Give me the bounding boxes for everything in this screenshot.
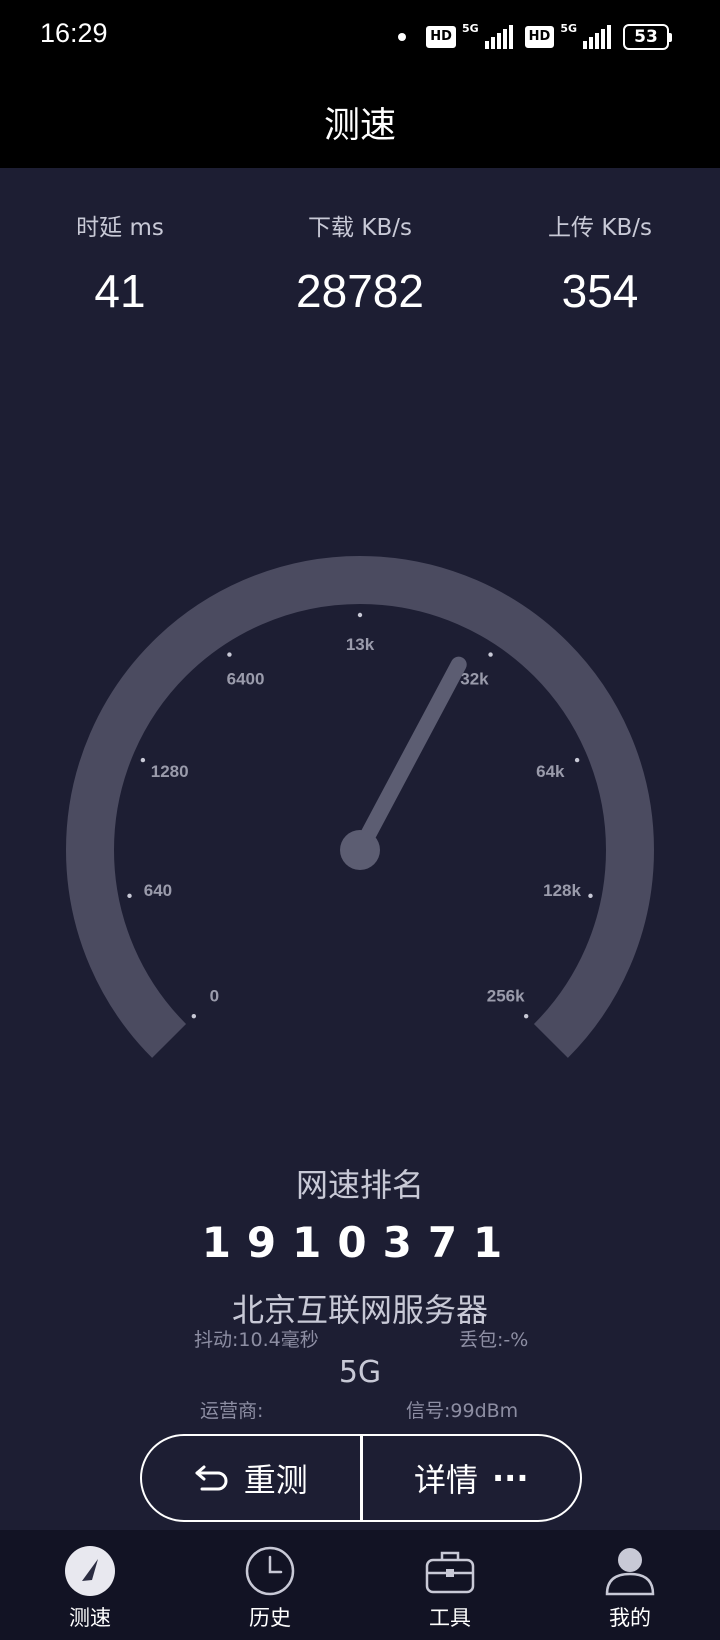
title-bar: 测速 — [0, 72, 720, 168]
latency-label: 时延 ms — [76, 215, 164, 241]
gauge-tick — [574, 757, 580, 763]
gauge-tick — [227, 652, 232, 657]
rank-value: 1910371 — [201, 1218, 519, 1267]
upload-label: 上传 KB/s — [548, 215, 652, 241]
gauge-tick — [140, 757, 146, 763]
more-icon: ··· — [492, 1459, 529, 1497]
latency-metric: 时延 ms 41 — [0, 208, 240, 318]
download-metric: 下载 KB/s 28782 — [240, 208, 480, 318]
upload-value: 354 — [561, 265, 639, 317]
server-name: 北京互联网服务器 — [231, 1291, 488, 1329]
battery-level: 53 — [623, 24, 669, 50]
gauge-tick — [588, 893, 593, 899]
details-label: 详情 — [414, 1461, 479, 1499]
network-type-label: 5G — [560, 21, 577, 35]
page-title: 测速 — [323, 105, 396, 146]
tab-profile[interactable]: 我的 — [540, 1530, 720, 1640]
signal-value: 信号:99dBm — [406, 1400, 519, 1422]
gauge-tick-label: 64k — [536, 762, 565, 781]
gauge-tick — [357, 612, 363, 618]
tab-speedtest[interactable]: 测速 — [0, 1530, 180, 1640]
gauge-tick — [127, 893, 132, 899]
tab-label: 工具 — [429, 1606, 471, 1630]
network-type-label: 5G — [461, 21, 479, 35]
status-bar: 16:29 HD 5G HD 5G 53 — [0, 0, 720, 72]
tab-history[interactable]: 历史 — [180, 1530, 360, 1640]
network-type: 5G — [338, 1355, 382, 1390]
status-time: 16:29 — [40, 18, 108, 48]
gauge-tick-label: 13k — [346, 635, 375, 654]
upload-metric: 上传 KB/s 354 — [480, 208, 720, 318]
details-button[interactable]: 详情 ··· — [363, 1436, 581, 1520]
gauge-tick — [488, 652, 493, 657]
status-icons: HD 5G HD 5G 53 — [398, 20, 672, 54]
download-label: 下载 KB/s — [308, 215, 412, 241]
action-buttons: 重测 详情 ··· — [140, 1434, 582, 1522]
hd-icon: HD — [524, 26, 555, 48]
retest-label: 重测 — [243, 1461, 308, 1499]
notification-dot-icon — [398, 33, 407, 41]
signal-strength-icon — [484, 25, 513, 49]
carrier-label: 运营商: — [200, 1400, 264, 1422]
user-icon — [605, 1548, 655, 1596]
latency-value: 41 — [94, 265, 146, 317]
speed-gauge: 0 640 1280 6400 13k 32k 64k 128k 256k — [66, 556, 654, 1058]
gauge-tick-label: 640 — [144, 881, 172, 900]
tab-tools[interactable]: 工具 — [360, 1530, 540, 1640]
download-value: 28782 — [296, 265, 424, 317]
clock-icon — [245, 1546, 295, 1596]
gauge-ticks: 0 640 1280 6400 13k 32k 64k 128k 256k — [127, 612, 593, 1019]
gauge-needle — [340, 656, 467, 870]
rank-title: 网速排名 — [295, 1166, 424, 1204]
signal-strength-icon — [583, 25, 611, 49]
gauge-tick-label: 256k — [487, 987, 525, 1006]
gauge-needle-hub — [340, 830, 380, 870]
gauge-tick-label: 1280 — [151, 762, 189, 781]
toolbox-icon — [425, 1551, 475, 1594]
tab-label: 我的 — [609, 1606, 651, 1630]
hd-icon: HD — [426, 26, 456, 48]
gauge-tick — [523, 1013, 529, 1019]
gauge-tick-label: 0 — [210, 987, 219, 1006]
jitter-value: 抖动:10.4毫秒 — [194, 1329, 319, 1351]
packet-loss-value: 丢包:-% — [459, 1329, 529, 1351]
undo-icon — [195, 1465, 228, 1491]
speedometer-icon — [65, 1546, 115, 1596]
retest-button[interactable]: 重测 — [142, 1436, 360, 1520]
bottom-tab-bar: 测速 历史 工具 我的 — [0, 1530, 720, 1640]
gauge-tick-label: 128k — [543, 881, 581, 900]
tab-label: 历史 — [249, 1606, 291, 1630]
gauge-tick — [191, 1013, 197, 1019]
gauge-tick-label: 32k — [460, 670, 489, 689]
gauge-needle-line — [352, 656, 467, 858]
gauge-tick-label: 6400 — [227, 670, 265, 689]
tab-label: 测速 — [69, 1606, 111, 1630]
battery-icon: 53 — [623, 24, 672, 50]
